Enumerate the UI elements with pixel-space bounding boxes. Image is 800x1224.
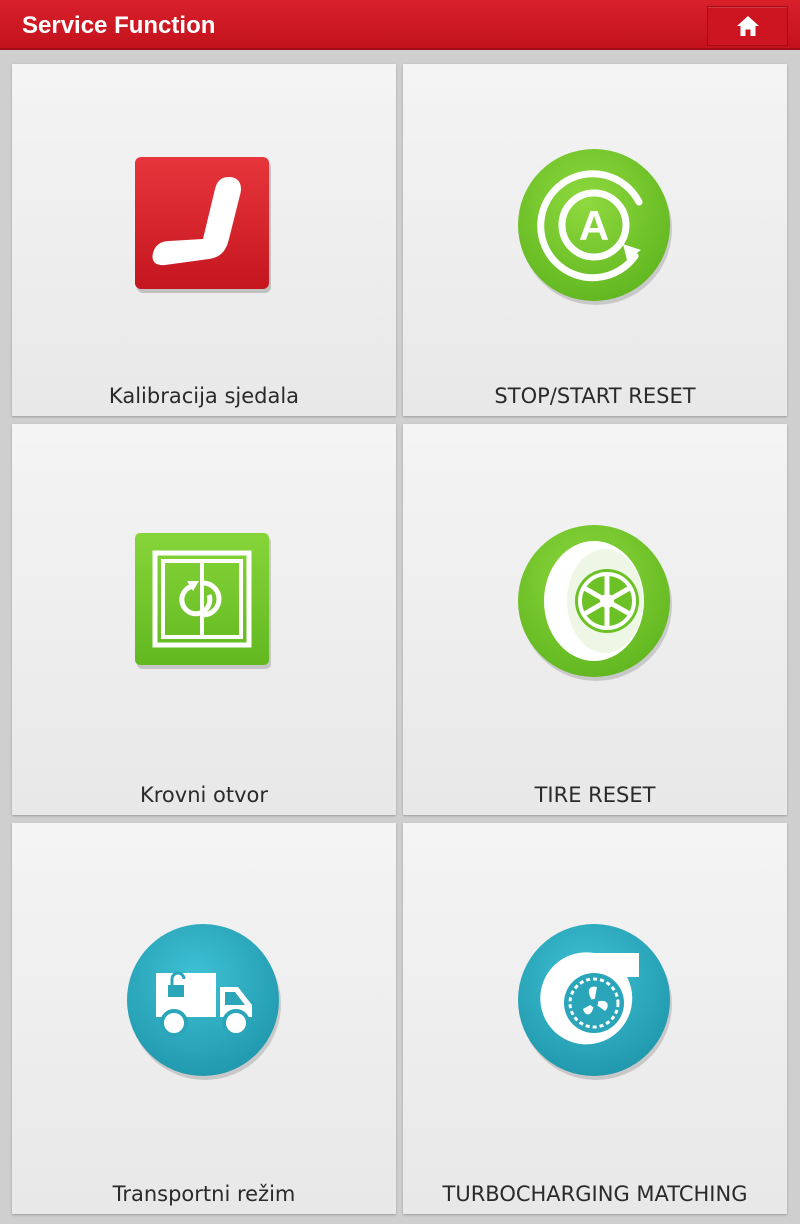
tile-sunroof[interactable]: Krovni otvor xyxy=(12,424,396,815)
svg-text:A: A xyxy=(579,202,609,249)
tile-label: TURBOCHARGING MATCHING xyxy=(442,1182,748,1206)
title-bar: Service Function xyxy=(0,0,800,50)
tile-label: STOP/START RESET xyxy=(494,384,696,408)
tile-stop-start-reset[interactable]: A STOP/START RESET xyxy=(403,64,787,416)
page-title: Service Function xyxy=(22,12,216,39)
tile-label: Kalibracija sjedala xyxy=(108,384,300,408)
tile-seat-calibration[interactable]: Kalibracija sjedala xyxy=(12,64,396,416)
home-button[interactable] xyxy=(707,6,788,46)
transport-truck-icon xyxy=(124,921,284,1081)
sunroof-icon xyxy=(133,531,275,673)
tire-icon xyxy=(515,522,675,682)
auto-start-stop-icon: A xyxy=(515,146,675,306)
turbocharger-icon xyxy=(515,921,675,1081)
tile-transport-mode[interactable]: Transportni režim xyxy=(12,823,396,1214)
tile-tire-reset[interactable]: TIRE RESET xyxy=(403,424,787,815)
home-icon xyxy=(735,14,761,38)
seat-icon xyxy=(133,155,275,297)
tile-turbocharging-matching[interactable]: TURBOCHARGING MATCHING xyxy=(403,823,787,1214)
tile-label: TIRE RESET xyxy=(534,783,656,807)
tile-label: Krovni otvor xyxy=(139,783,269,807)
tile-label: Transportni režim xyxy=(112,1182,296,1206)
